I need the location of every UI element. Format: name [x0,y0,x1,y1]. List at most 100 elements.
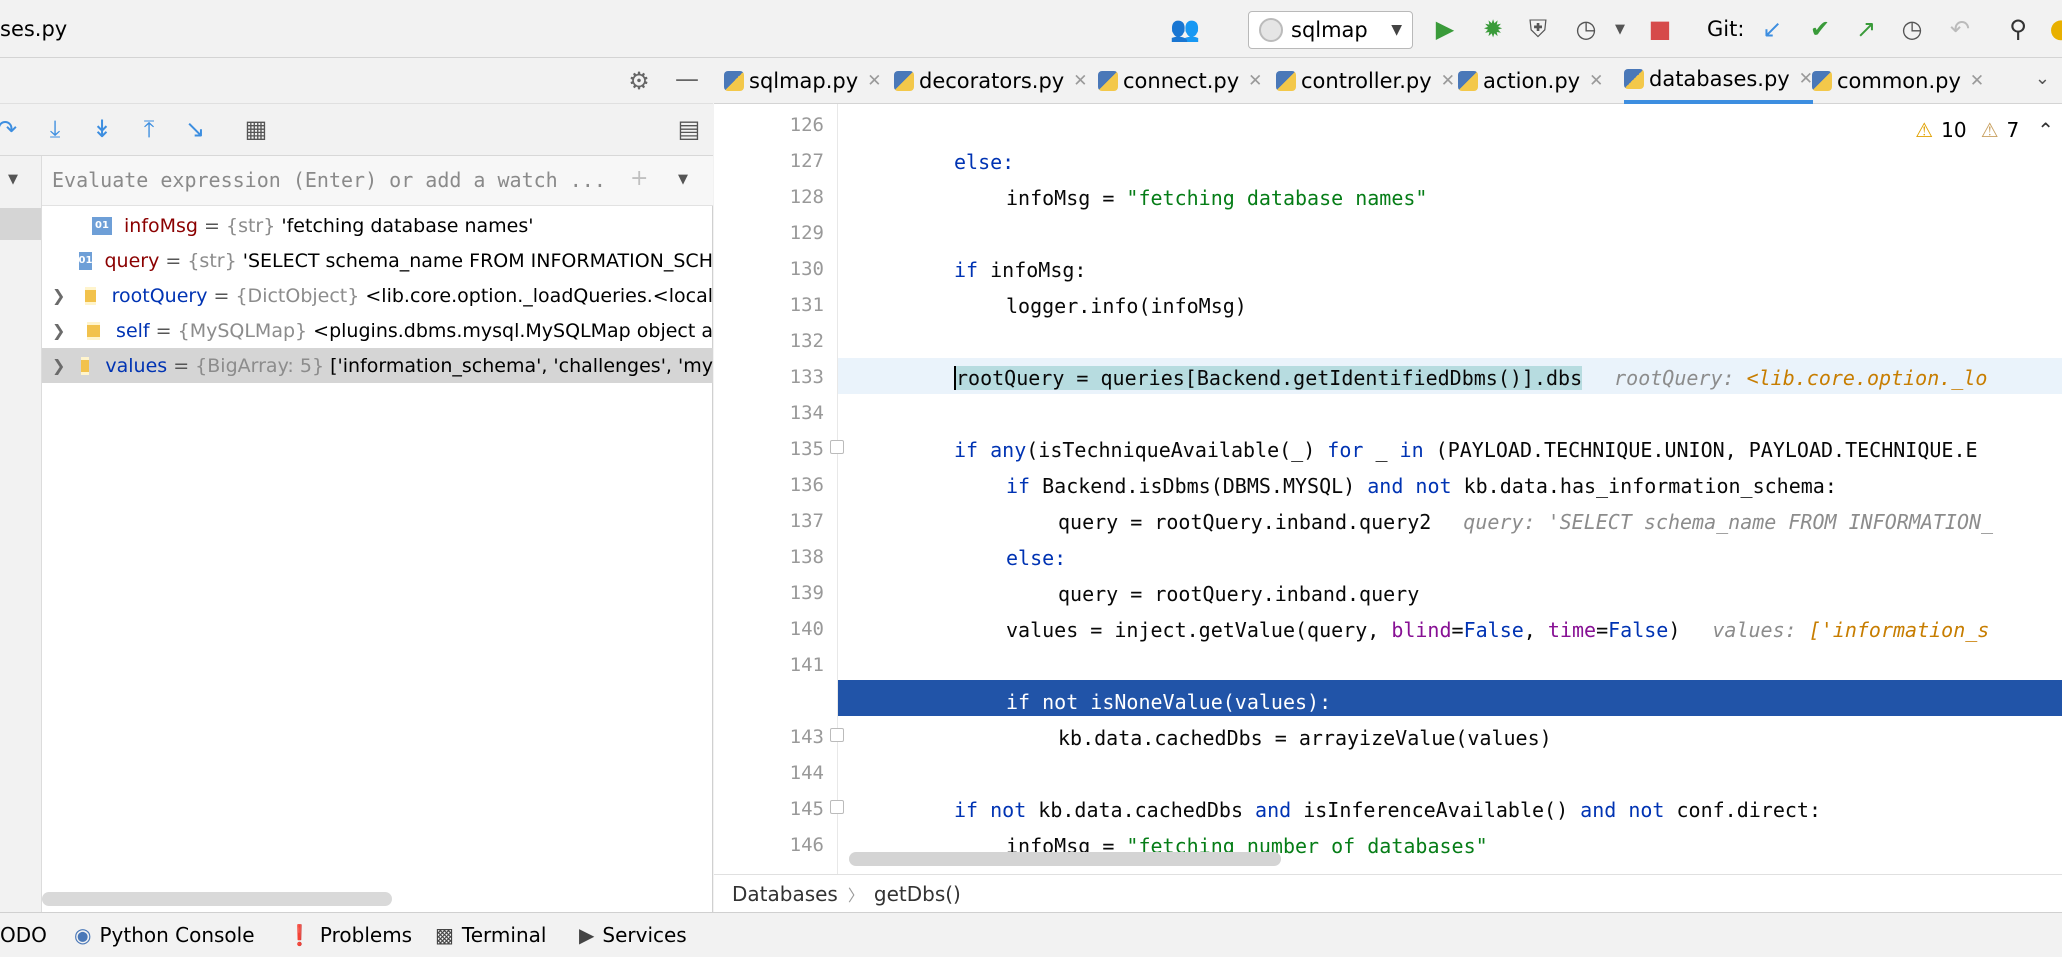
inspection-widget[interactable]: ⚠ 10 ⚠ 7 ⌃ [1915,118,2054,142]
variable-value: <plugins.dbms.mysql.MySQLMap object a [313,319,713,342]
line-number: 136 [789,474,824,496]
step-into-my-code-icon[interactable]: ↡ [87,114,117,144]
run-configuration-select[interactable]: sqlmap ▼ [1248,11,1413,49]
code-token: kb.data.cachedDbs [1026,798,1256,822]
git-commit-icon[interactable]: ✔ [1805,14,1835,44]
chevron-down-icon[interactable]: ▼ [678,172,688,187]
code-keyword: if [954,258,979,282]
frames-gutter: ▼ [0,156,42,912]
step-out-icon[interactable]: ⤒ [134,114,164,144]
variable-value: <lib.core.option._loadQueries.<local [365,284,713,307]
add-watch-icon[interactable]: + [630,166,648,191]
tool-tab-problems[interactable]: ❗ Problems [287,923,412,947]
chevron-right-icon[interactable]: ❯ [52,321,71,340]
line-number: 126 [789,114,824,136]
tab-decorators[interactable]: decorators.py ✕ [894,58,1088,104]
equals-sign: = [167,354,196,377]
code-token: (PAYLOAD.TECHNIQUE.UNION, PAYLOAD.TECHNI… [1423,438,1978,462]
watch-expression-input[interactable]: Evaluate expression (Enter) or add a wat… [52,168,606,192]
layout-icon[interactable]: ▤ [674,114,704,144]
stop-icon[interactable]: ■ [1645,14,1675,44]
fold-icon[interactable] [830,728,844,742]
git-update-icon[interactable]: ↙ [1757,14,1787,44]
watch-expression-bar[interactable]: Evaluate expression (Enter) or add a wat… [42,156,713,206]
variable-row[interactable]: ❯ self = {MySQLMap} <plugins.dbms.mysql.M… [42,313,713,348]
tab-common[interactable]: common.py ✕ [1812,58,1984,104]
tab-action[interactable]: action.py ✕ [1458,58,1603,104]
tool-tab-label: ODO [0,923,47,947]
close-icon[interactable]: ✕ [1970,71,1984,91]
rollback-icon[interactable]: ↶ [1945,14,1975,44]
git-push-icon[interactable]: ↗ [1851,14,1881,44]
code-token: = [1596,618,1609,642]
evaluate-expression-icon[interactable]: ▦ [241,114,271,144]
close-icon[interactable]: ✕ [1799,69,1813,89]
bug-icon[interactable]: ✹ [1478,14,1508,44]
line-number: 131 [789,294,824,316]
variable-row[interactable]: 01 infoMsg = {str} 'fetching database nam… [42,208,713,243]
chevron-down-icon[interactable]: ⌄ [2035,68,2050,89]
tool-tab-python-console[interactable]: ◉ Python Console [74,923,255,947]
editor-tabs: sqlmap.py ✕ decorators.py ✕ connect.py ✕ contr… [714,58,2062,104]
tab-label: common.py [1837,69,1961,93]
close-icon[interactable]: ✕ [1073,71,1087,91]
object-type-icon [81,356,90,375]
tool-tab-todo[interactable]: ODO [0,923,47,947]
user-icon[interactable]: 👥 [1170,14,1200,44]
code-param: blind [1391,618,1452,642]
variable-row[interactable]: ❯ values = {BigArray: 5} ['information_sc… [42,348,713,383]
code-builtin: any [978,438,1027,462]
chevron-right-icon[interactable]: ❯ [52,286,69,305]
code-line-131: logger.info(infoMsg) [1006,294,1247,318]
minimize-icon[interactable]: — [672,64,702,94]
coverage-icon[interactable]: ⛨ [1523,14,1553,44]
tool-tab-terminal[interactable]: ▩ Terminal [435,923,546,947]
close-icon[interactable]: ✕ [1589,71,1603,91]
chevron-up-icon[interactable]: ⌃ [2037,118,2054,142]
gear-icon[interactable]: ⚙ [624,66,654,96]
tool-tab-services[interactable]: ▶ Services [579,923,687,947]
window-file-title: ses.py [0,17,68,41]
horizontal-scrollbar[interactable] [849,852,1281,866]
code-keyword: and [1255,798,1292,822]
step-over-icon[interactable]: ↷ [0,114,22,144]
chevron-right-icon[interactable]: ❯ [52,356,65,375]
run-to-cursor-icon[interactable]: ↘ [180,114,210,144]
profile-icon[interactable]: ◷ [1571,14,1601,44]
line-number: 141 [789,654,824,676]
tab-connect[interactable]: connect.py ✕ [1098,58,1262,104]
tab-sqlmap[interactable]: sqlmap.py ✕ [724,58,881,104]
primitive-type-icon: 01 [78,251,93,270]
step-into-icon[interactable]: ⤓ [40,114,70,144]
warnings-count: 10 [1941,118,1967,142]
code-token: values = inject.getValue(query, [1006,618,1392,642]
code-line-127: else: [954,150,1014,174]
variable-row[interactable]: ❯ rootQuery = {DictObject} <lib.core.opti… [42,278,713,313]
fold-icon[interactable] [830,440,844,454]
close-icon[interactable]: ✕ [867,71,881,91]
equals-sign: = [207,284,236,307]
breadcrumb-method[interactable]: getDbs() [874,882,961,906]
search-icon[interactable]: ⚲ [2003,14,2033,44]
horizontal-scrollbar[interactable] [42,892,392,906]
fold-icon[interactable] [830,800,844,814]
update-notification-icon[interactable]: ● [2046,14,2062,44]
chevron-down-icon[interactable]: ▼ [1605,14,1635,44]
chevron-down-icon[interactable]: ▼ [8,172,18,187]
code-editor[interactable]: 126 127 128 129 130 131 132 133 134 135 136 137 138 1… [714,104,2062,874]
breadcrumb: Databases 〉 getDbs() [714,874,2062,912]
history-icon[interactable]: ◷ [1897,14,1927,44]
tab-databases[interactable]: databases.py ✕ [1624,58,1813,104]
play-icon[interactable]: ▶ [1430,14,1460,44]
code-token: (isTechniqueAvailable(_) [1026,438,1328,462]
object-type-icon [87,321,101,340]
variable-row[interactable]: 01 query = {str} 'SELECT schema_name FROM… [42,243,713,278]
line-number: 138 [789,546,824,568]
tool-tab-label: Problems [319,923,413,947]
code-line-130: if infoMsg: [954,258,1086,282]
weak-warnings-count: 7 [2006,118,2020,142]
close-icon[interactable]: ✕ [1441,71,1455,91]
tab-controller[interactable]: controller.py ✕ [1276,58,1455,104]
breadcrumb-class[interactable]: Databases [732,882,838,906]
close-icon[interactable]: ✕ [1248,71,1262,91]
